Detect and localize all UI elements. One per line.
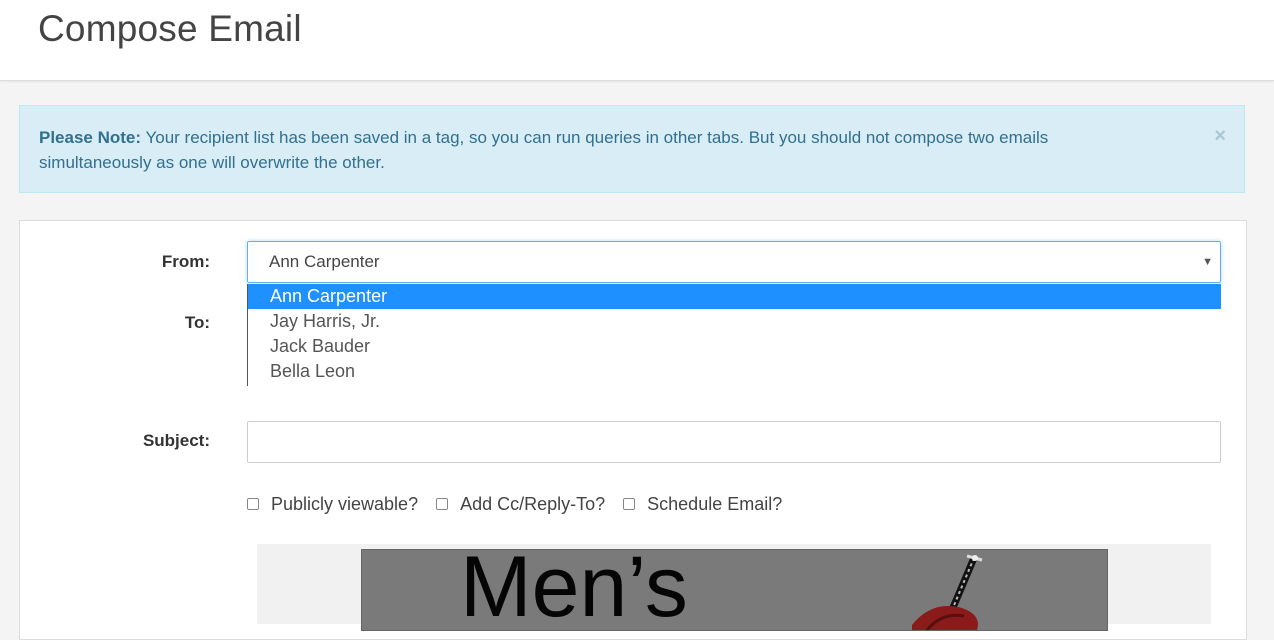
email-banner-image: Men’s [361,549,1108,631]
close-icon[interactable]: × [1214,126,1226,146]
sword-icon [912,554,983,630]
subject-input[interactable] [247,421,1221,463]
from-label: From: [161,252,210,271]
from-option[interactable]: Ann Carpenter [248,284,1221,309]
alert-message: Your recipient list has been saved in a … [39,128,1049,172]
from-option[interactable]: Jay Harris, Jr. [248,309,1221,334]
checkbox-label: Publicly viewable? [271,493,419,514]
checkbox-icon[interactable] [436,498,449,510]
alert-strong: Please Note: [39,128,142,147]
schedule-checkbox[interactable]: Schedule Email? [623,494,782,515]
options-row: Publicly viewable? Add Cc/Reply-To? Sche… [247,492,800,516]
from-option[interactable]: Jack Bauder [248,334,1221,359]
note-alert: Please Note: Your recipient list has bee… [19,105,1245,193]
checkbox-icon[interactable] [623,498,636,510]
subject-label: Subject: [142,431,210,450]
to-label: To: [184,313,210,332]
from-dropdown-list: Ann Carpenter Jay Harris, Jr. Jack Baude… [247,284,1221,386]
page-header: Compose Email [0,0,1274,81]
public-checkbox[interactable]: Publicly viewable? [247,494,418,515]
dropdown-arrow-icon: ▼ [1202,256,1213,268]
cc-replyto-checkbox[interactable]: Add Cc/Reply-To? [436,494,605,515]
page-title: Compose Email [38,8,302,49]
banner-text: Men’s [460,549,688,631]
checkbox-label: Schedule Email? [647,493,783,514]
from-selected-value: Ann Carpenter [269,252,380,271]
from-option[interactable]: Bella Leon [248,359,1221,384]
checkbox-icon[interactable] [247,498,259,510]
checkbox-label: Add Cc/Reply-To? [460,493,606,514]
from-select[interactable]: Ann Carpenter ▼ [247,241,1221,283]
